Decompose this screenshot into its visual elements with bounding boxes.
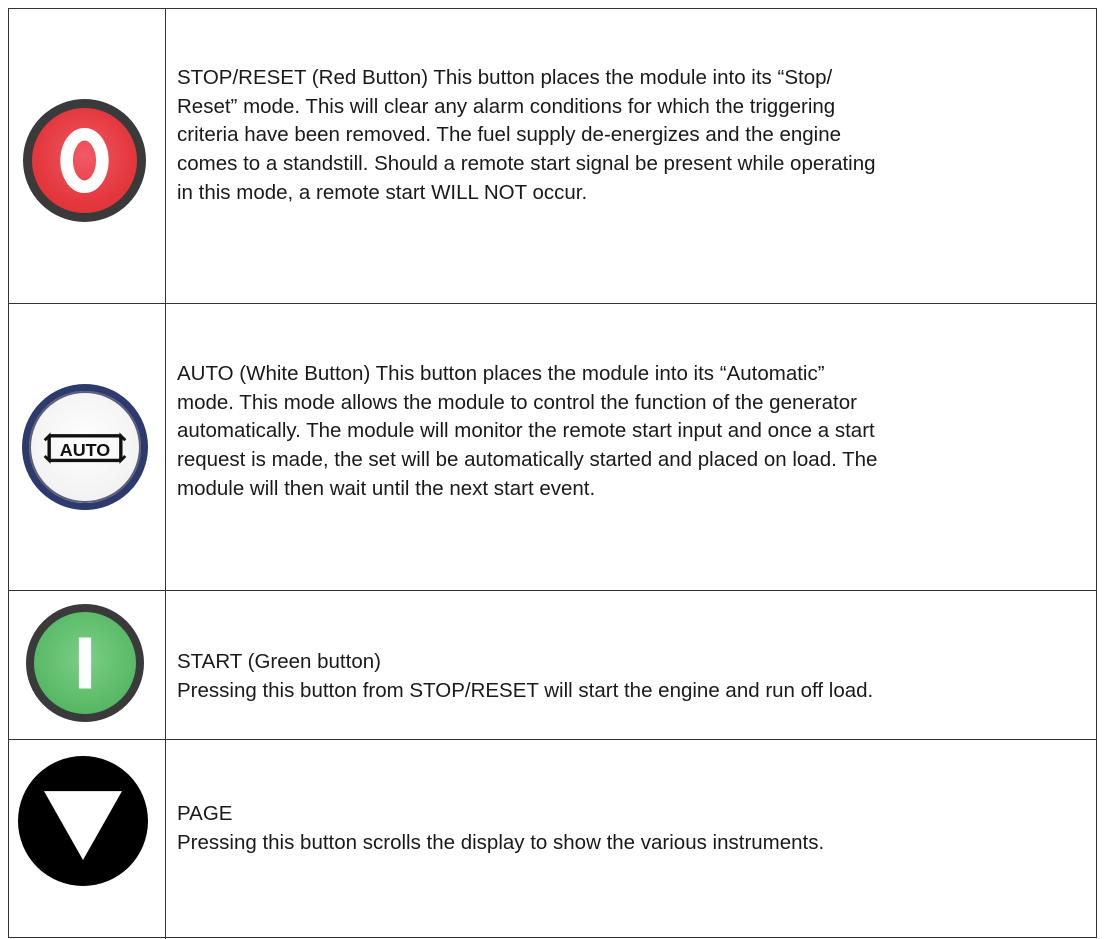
description-line: Pressing this button scrolls the display… — [177, 830, 825, 854]
table-row-page: PAGE Pressing this button scrolls the di… — [9, 740, 1096, 939]
description-line: in this mode, a remote start WILL NOT oc… — [177, 180, 588, 204]
description-line: mode. This mode allows the module to con… — [177, 390, 857, 414]
description-line: PAGE — [177, 802, 233, 825]
auto-white-button-icon: AUTO — [22, 384, 148, 510]
icon-cell — [9, 740, 166, 939]
table-row-stop-reset: STOP/RESET (Red Button) This button plac… — [9, 9, 1096, 304]
description-line: START (Green button) — [177, 650, 381, 673]
icon-cell — [9, 591, 166, 739]
description-line: automatically. The module will monitor t… — [177, 419, 875, 443]
description-cell: AUTO (White Button) This button places t… — [177, 360, 1088, 504]
description-cell: START (Green button) Pressing this butto… — [177, 648, 1088, 705]
start-green-button-icon — [26, 604, 144, 722]
page-down-triangle-button-icon — [18, 756, 148, 886]
button-description-table: STOP/RESET (Red Button) This button plac… — [8, 8, 1097, 939]
description-cell: STOP/RESET (Red Button) This button plac… — [177, 64, 1088, 208]
description-line: Reset” mode. This will clear any alarm c… — [177, 94, 836, 118]
description-line: module will then wait until the next sta… — [177, 476, 596, 500]
description-line: request is made, the set will be automat… — [177, 448, 878, 472]
auto-icon-label: AUTO — [60, 440, 110, 460]
stop-reset-red-button-icon — [23, 99, 146, 222]
icon-cell — [9, 9, 166, 303]
table-row-start: START (Green button) Pressing this butto… — [9, 591, 1096, 740]
description-cell: PAGE Pressing this button scrolls the di… — [177, 800, 1088, 857]
description-line: Pressing this button from STOP/RESET wil… — [177, 678, 874, 702]
table-row-auto: AUTO AUTO (White Button) This button pla… — [9, 304, 1096, 591]
icon-cell: AUTO — [9, 304, 166, 590]
description-line: comes to a standstill. Should a remote s… — [177, 152, 876, 176]
description-line: criteria have been removed. The fuel sup… — [177, 123, 842, 147]
description-line: AUTO (White Button) This button places t… — [177, 362, 825, 385]
description-line: STOP/RESET (Red Button) This button plac… — [177, 66, 833, 89]
